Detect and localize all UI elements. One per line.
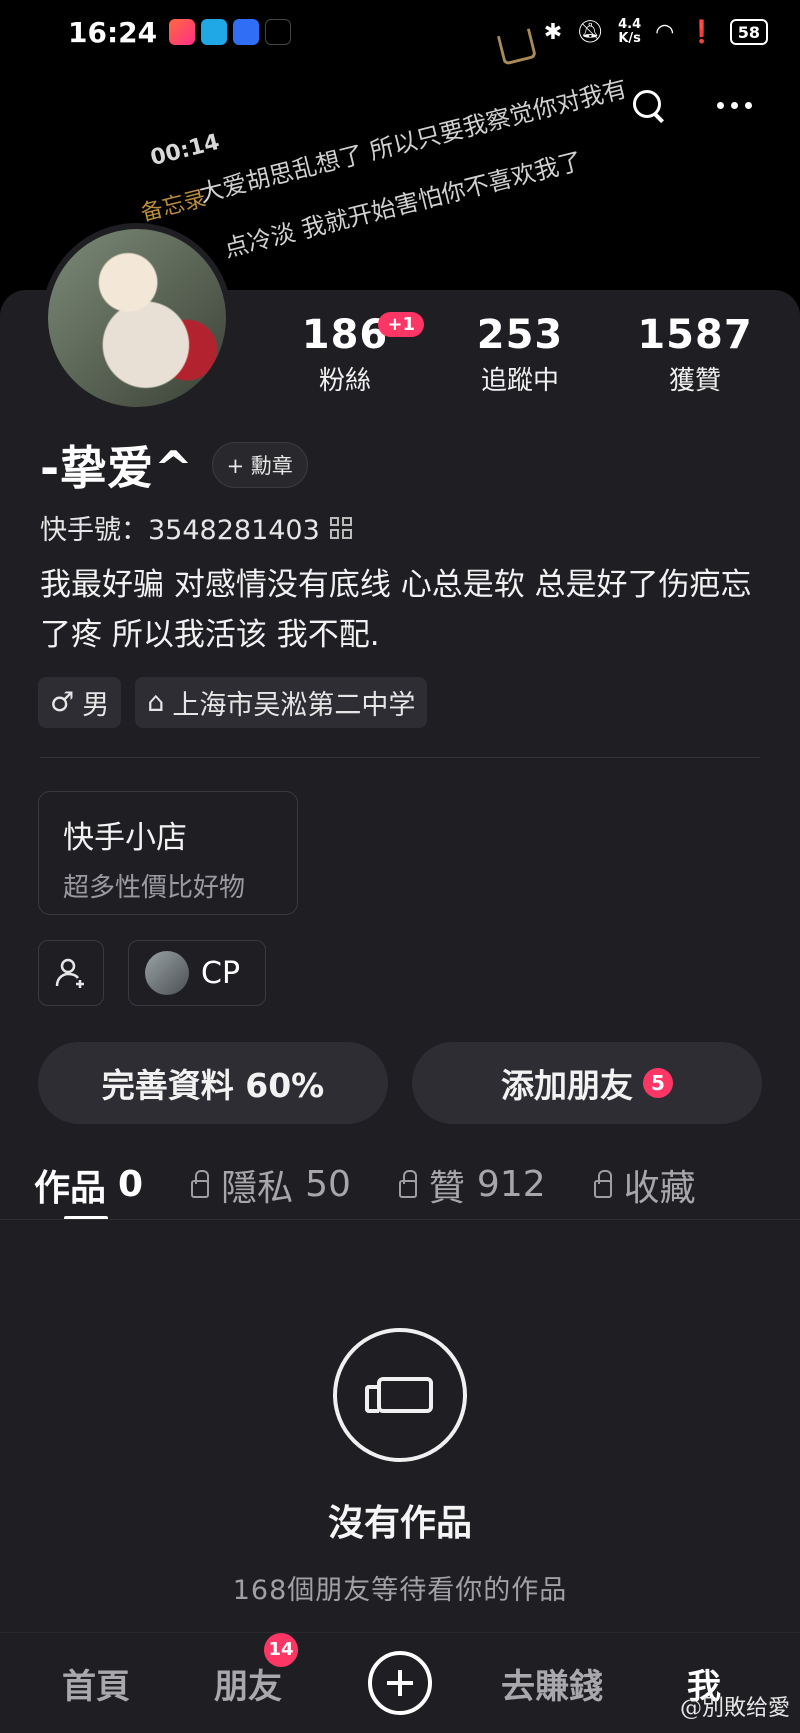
reader-app-icon xyxy=(201,19,228,45)
search-icon[interactable] xyxy=(631,88,665,122)
watermark: @別敗给愛 xyxy=(679,1696,790,1721)
school-icon: ⌂ xyxy=(147,687,165,718)
tag-school-label: 上海市吴淞第二中学 xyxy=(172,690,416,721)
add-friends-button[interactable]: 添加朋友 5 xyxy=(412,1042,762,1124)
male-icon: ♂ xyxy=(50,687,75,718)
app-notification-icon xyxy=(169,19,196,45)
tab-likes[interactable]: 贊 912 xyxy=(398,1150,546,1219)
tab-favorites[interactable]: 收藏 xyxy=(593,1150,696,1219)
profile-tags: ♂ 男 ⌂ 上海市吴淞第二中学 xyxy=(38,677,428,728)
followers-badge: +1 xyxy=(378,312,424,337)
lock-icon xyxy=(593,1169,612,1198)
shop-subtitle: 超多性價比好物 xyxy=(63,873,246,903)
complete-profile-button[interactable]: 完善資料 60% xyxy=(38,1042,388,1124)
tab-works-count: 0 xyxy=(118,1164,144,1205)
following-label: 追蹤中 xyxy=(480,366,559,396)
nav-earn[interactable]: 去賺錢 xyxy=(476,1659,628,1708)
empty-title: 沒有作品 xyxy=(327,1503,472,1544)
medal-button[interactable]: + 勳章 xyxy=(211,442,308,488)
net-speed-value: 4.4 xyxy=(618,17,642,32)
shop-card[interactable]: 快手小店 超多性價比好物 xyxy=(38,791,298,915)
stat-likes[interactable]: 1587 獲贊 xyxy=(610,312,780,397)
tag-gender-label: 男 xyxy=(82,690,110,721)
likes-count: 1587 xyxy=(637,312,753,358)
stat-following[interactable]: 253 追蹤中 xyxy=(435,312,605,397)
divider xyxy=(40,757,760,758)
plus-icon xyxy=(368,1651,432,1715)
network-speed: 4.4 K/s xyxy=(618,18,641,46)
cp-label: CP xyxy=(201,955,241,991)
tab-private-label: 隱私 xyxy=(221,1167,294,1209)
nav-friends-label: 朋友 xyxy=(214,1666,282,1707)
empty-state: 沒有作品 168個朋友等待看你的作品 xyxy=(0,1328,800,1607)
nav-create[interactable] xyxy=(324,1651,476,1715)
battery-indicator: 58 xyxy=(729,19,768,45)
alert-icon: ❗ xyxy=(688,19,716,45)
tab-favorites-label: 收藏 xyxy=(623,1167,696,1209)
add-follow-button[interactable] xyxy=(38,940,104,1006)
content-tabs: 作品 0 隱私 50 贊 912 收藏 xyxy=(0,1150,800,1220)
bio: 我最好骗 对感情没有底线 心总是软 总是好了伤疤忘了疼 所以我活该 我不配. xyxy=(40,567,752,653)
profile-stats: 186 粉絲 +1 253 追蹤中 1587 獲贊 xyxy=(260,312,780,397)
cp-button[interactable]: CP xyxy=(128,940,266,1006)
top-actions xyxy=(631,88,752,122)
tab-private-count: 50 xyxy=(305,1164,351,1205)
camera-icon xyxy=(365,1377,433,1413)
tag-gender[interactable]: ♂ 男 xyxy=(38,677,122,728)
tiktok-app-icon xyxy=(265,19,292,45)
followers-label: 粉絲 xyxy=(318,366,371,396)
tab-likes-label: 贊 xyxy=(428,1167,465,1209)
status-indicators: ✱ 🔕︎ 4.4 K/s ◠ ❗ 58 xyxy=(544,18,768,46)
nav-home[interactable]: 首頁 xyxy=(20,1659,172,1708)
cp-avatar xyxy=(145,951,189,995)
avatar[interactable] xyxy=(42,223,232,413)
status-bar: 16:24 ✱ 🔕︎ 4.4 K/s ◠ ❗ 58 xyxy=(0,0,800,64)
add-user-icon xyxy=(55,958,84,988)
nav-friends[interactable]: 朋友 14 xyxy=(172,1632,324,1708)
likes-label: 獲贊 xyxy=(668,366,721,396)
mute-icon: 🔕︎ xyxy=(576,19,605,45)
add-friends-badge: 5 xyxy=(643,1068,673,1098)
tag-school[interactable]: ⌂ 上海市吴淞第二中学 xyxy=(135,677,428,728)
tab-works-label: 作品 xyxy=(34,1167,107,1209)
net-speed-unit: K/s xyxy=(618,31,641,46)
empty-subtitle: 168個朋友等待看你的作品 xyxy=(232,1575,568,1606)
bulb-app-icon xyxy=(233,19,260,45)
status-time: 16:24 xyxy=(68,15,158,49)
tab-works[interactable]: 作品 0 xyxy=(34,1150,144,1219)
banner-time: 00:14 xyxy=(148,129,223,172)
lock-icon xyxy=(398,1169,417,1198)
tab-private[interactable]: 隱私 50 xyxy=(191,1150,351,1219)
user-id: 快手號：3548281403 xyxy=(40,515,320,546)
complete-profile-label: 完善資料 60% xyxy=(101,1066,325,1105)
qr-code-icon[interactable] xyxy=(329,516,352,539)
bluetooth-icon: ✱ xyxy=(543,19,563,45)
tab-likes-count: 912 xyxy=(476,1164,546,1205)
lock-icon xyxy=(191,1169,210,1198)
username: -挚爱^ xyxy=(40,441,194,495)
user-id-row: 快手號：3548281403 xyxy=(40,508,352,547)
shop-title: 快手小店 xyxy=(63,820,187,856)
action-row: 完善資料 60% 添加朋友 5 xyxy=(38,1042,762,1124)
stat-followers[interactable]: 186 粉絲 +1 xyxy=(260,312,430,397)
following-count: 253 xyxy=(476,312,564,358)
more-options-icon[interactable] xyxy=(717,101,752,109)
add-friends-label: 添加朋友 xyxy=(501,1066,633,1105)
record-button[interactable] xyxy=(333,1328,467,1462)
nav-friends-badge: 14 xyxy=(264,1632,298,1667)
wifi-icon: ◠ xyxy=(655,19,675,45)
name-row: -挚爱^ + 勳章 xyxy=(40,432,308,498)
